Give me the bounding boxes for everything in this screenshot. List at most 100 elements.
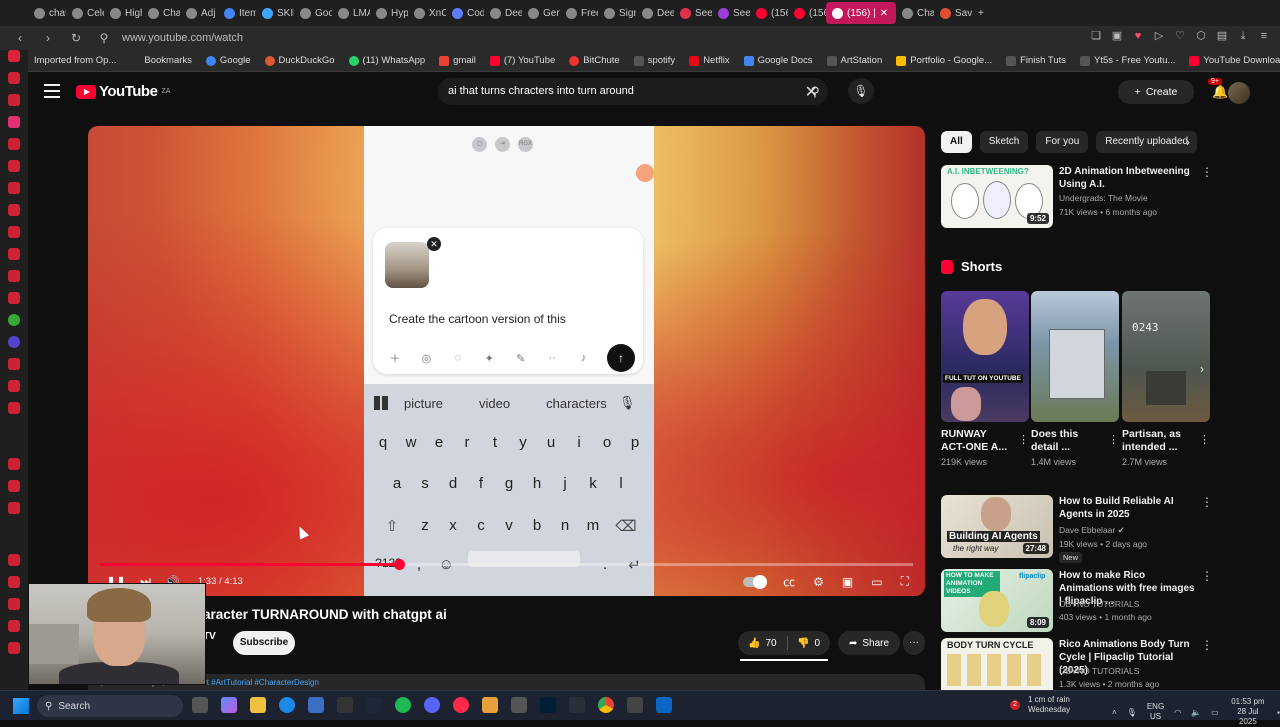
youtube-logo[interactable]: YouTube ZA: [76, 83, 170, 100]
browser-tab[interactable]: Gen: [522, 2, 560, 24]
account-avatar[interactable]: [1228, 82, 1250, 104]
sidebar-app-icon[interactable]: [8, 182, 20, 194]
browser-tab[interactable]: Dee: [484, 2, 522, 24]
recommended-video[interactable]: A.I. INBETWEENING? 9:52 2D Animation Inb…: [941, 165, 1211, 229]
short-item[interactable]: Does this detail ... 1.4M views ⋮: [1031, 291, 1119, 467]
store-icon[interactable]: [308, 697, 324, 713]
bookmark-item[interactable]: (7) YouTube: [490, 55, 555, 66]
short-item[interactable]: FULL TUT ON YOUTUBE RUNWAY ACT-ONE A... …: [941, 291, 1029, 467]
recommended-video[interactable]: BODY TURN CYCLE Rico Animations Body Tur…: [941, 638, 1211, 690]
sidebar-app-icon[interactable]: [8, 502, 20, 514]
sidebar-app-icon[interactable]: [8, 314, 20, 326]
subscribe-button[interactable]: Subscribe: [233, 631, 295, 655]
browser-tab[interactable]: Save: [934, 2, 972, 24]
browser-tab[interactable]: See: [674, 2, 712, 24]
channel-name[interactable]: OBYNO TUTORIALS: [1059, 599, 1139, 609]
more-vert-icon[interactable]: ⋮: [1201, 495, 1213, 509]
search-icon[interactable]: ⚲: [800, 78, 830, 105]
search-input[interactable]: ai that turns chracters into turn around…: [438, 78, 828, 105]
browser-tab-active[interactable]: (156) |✕: [826, 2, 896, 24]
app-icon[interactable]: [627, 697, 643, 713]
sidebar-app-icon[interactable]: [8, 576, 20, 588]
sidebar-app-icon[interactable]: [8, 204, 20, 216]
chevron-right-icon[interactable]: ›: [1200, 362, 1204, 376]
sidebar-app-icon[interactable]: [8, 480, 20, 492]
sidebar-app-icon[interactable]: [8, 598, 20, 610]
download-icon[interactable]: ⤓: [1237, 30, 1249, 42]
bookmark-item[interactable]: Portfolio - Google...: [896, 55, 992, 66]
theater-mode-icon[interactable]: ▭: [871, 575, 882, 589]
wallet-icon[interactable]: ▤: [1216, 30, 1228, 42]
sidebar-app-icon[interactable]: [8, 226, 20, 238]
browser-tab[interactable]: Adj: [180, 2, 218, 24]
like-button[interactable]: 👍70: [738, 638, 787, 649]
site-info-icon[interactable]: ⚲: [96, 30, 112, 46]
file-explorer-icon[interactable]: [250, 697, 266, 713]
bookmark-item[interactable]: YouTube Downloa...: [1189, 55, 1280, 66]
channel-name[interactable]: OBYNO TUTORIALS: [1059, 666, 1139, 676]
clock[interactable]: 01:53 pm28 Jul 2025: [1229, 697, 1267, 727]
sidebar-app-icon[interactable]: [8, 554, 20, 566]
bookmark-item[interactable]: ArtStation: [827, 55, 883, 66]
url-field[interactable]: www.youtube.com/watch: [122, 32, 243, 44]
browser-tab[interactable]: (156: [750, 2, 788, 24]
spotify-icon[interactable]: [395, 697, 411, 713]
browser-tab[interactable]: High: [104, 2, 142, 24]
sidebar-app-icon[interactable]: [8, 402, 20, 414]
bookmark-item[interactable]: DuckDuckGo: [265, 55, 335, 66]
sidebar-app-icon[interactable]: [8, 160, 20, 172]
chip-all[interactable]: All: [941, 131, 972, 153]
short-title[interactable]: Partisan, as intended ...: [1122, 428, 1194, 454]
microphone-icon[interactable]: 🎙: [1127, 708, 1137, 717]
new-tab-button[interactable]: +: [972, 2, 992, 24]
browser-tab[interactable]: Item: [218, 2, 256, 24]
sidebar-app-icon[interactable]: [8, 94, 20, 106]
battery-icon[interactable]: ▭: [1211, 708, 1219, 717]
bookmark-item[interactable]: Netflix: [689, 55, 729, 66]
bookmark-item[interactable]: gmail: [439, 55, 476, 66]
browser-tab[interactable]: LMA: [332, 2, 370, 24]
bookmark-item[interactable]: BitChute: [569, 55, 619, 66]
browser-tab[interactable]: Hyp: [370, 2, 408, 24]
more-vert-icon[interactable]: ⋮: [1201, 569, 1213, 583]
captions-icon[interactable]: ㏄: [783, 573, 795, 590]
sidebar-app-icon[interactable]: [8, 292, 20, 304]
steam-icon[interactable]: [366, 697, 382, 713]
autoplay-toggle[interactable]: [743, 577, 765, 587]
settings-app-icon[interactable]: [482, 697, 498, 713]
short-item[interactable]: 0243 Partisan, as intended ... 2.7M view…: [1122, 291, 1210, 467]
more-vert-icon[interactable]: ⋮: [1018, 433, 1029, 446]
create-button[interactable]: +Create: [1118, 80, 1194, 104]
video-title[interactable]: How to Build Reliable AI Agents in 2025: [1059, 495, 1197, 521]
browser-tab[interactable]: SKIl: [256, 2, 294, 24]
bookmark-item[interactable]: Yt5s - Free Youtu...: [1080, 55, 1175, 66]
sidebar-app-icon[interactable]: [8, 72, 20, 84]
browser-tab[interactable]: XnC: [408, 2, 446, 24]
camera-icon[interactable]: ▣: [1111, 30, 1123, 42]
weather-widget[interactable]: 2 1 cm of rainWednesday: [1010, 695, 1070, 715]
browser-tab[interactable]: chat: [28, 2, 66, 24]
description-box[interactable]: 1,105 views May 2, 2025 #AIArt #ArtTutor…: [88, 674, 925, 690]
wifi-icon[interactable]: ◠: [1174, 708, 1181, 717]
discord-icon[interactable]: [424, 697, 440, 713]
sidebar-app-icon[interactable]: [8, 50, 20, 62]
browser-tab[interactable]: Cha: [896, 2, 934, 24]
chip-sketch[interactable]: Sketch: [980, 131, 1029, 153]
browser-tab[interactable]: Cele: [66, 2, 104, 24]
browser-tab[interactable]: Cha: [142, 2, 180, 24]
menu-icon[interactable]: ≡: [1258, 30, 1270, 42]
sidebar-app-icon[interactable]: [8, 620, 20, 632]
dislike-button[interactable]: 👎0: [787, 638, 830, 649]
reload-icon[interactable]: ↻: [68, 30, 84, 46]
short-thumbnail[interactable]: [1031, 291, 1119, 422]
miniplayer-icon[interactable]: ▣: [842, 575, 853, 589]
more-vert-icon[interactable]: ⋮: [1201, 165, 1213, 179]
hamburger-menu-icon[interactable]: [44, 84, 60, 98]
sidebar-app-icon[interactable]: [8, 358, 20, 370]
copilot-icon[interactable]: [221, 697, 237, 713]
microphone-icon[interactable]: 🎙: [848, 78, 874, 104]
bookmark-item[interactable]: spotify: [634, 55, 675, 66]
bookmark-item[interactable]: Finish Tuts: [1006, 55, 1066, 66]
shield-icon[interactable]: ♥: [1132, 30, 1144, 42]
back-icon[interactable]: ‹: [12, 30, 28, 46]
